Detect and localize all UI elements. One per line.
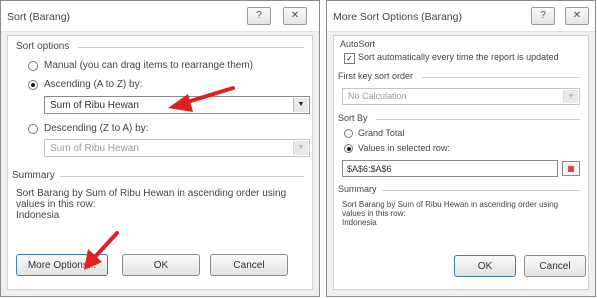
summary-label: Summary	[338, 184, 377, 194]
more-options-button[interactable]: More Options...	[16, 254, 108, 276]
range-select-icon[interactable]: ▦	[562, 161, 580, 176]
manual-radio[interactable]	[28, 61, 38, 71]
sort-by-label: Sort By	[338, 113, 368, 123]
sort-dialog: Sort (Barang) ? ✕ Sort options Manual (y…	[0, 0, 320, 297]
summary-line-1: Sort Barang by Sum of Ribu Hewan in asce…	[16, 188, 287, 199]
sort-dialog-titlebar: Sort (Barang) ? ✕	[1, 1, 319, 32]
close-button[interactable]: ✕	[565, 7, 589, 25]
more-sort-options-title: More Sort Options (Barang)	[333, 11, 462, 23]
sort-by-divider	[376, 119, 580, 120]
summary-line-2: values in this row:	[16, 199, 96, 210]
more-sort-options-body: AutoSort ✓ Sort automatically every time…	[333, 35, 589, 290]
ascending-radio-label[interactable]: Ascending (A to Z) by:	[44, 79, 142, 90]
ascending-radio[interactable]	[28, 80, 38, 90]
summary-divider	[60, 176, 304, 177]
summary-line-3: Indonesia	[342, 218, 377, 227]
grand-total-radio[interactable]	[344, 129, 353, 138]
sort-options-label: Sort options	[16, 41, 70, 52]
values-row-radio-label[interactable]: Values in selected row:	[358, 143, 450, 153]
more-sort-options-titlebar: More Sort Options (Barang) ? ✕	[327, 1, 595, 32]
first-key-label: First key sort order	[338, 71, 414, 81]
more-sort-options-dialog: More Sort Options (Barang) ? ✕ AutoSort …	[326, 0, 596, 297]
cancel-button[interactable]: Cancel	[210, 254, 288, 276]
autosort-checkbox[interactable]: ✓	[344, 53, 355, 64]
grand-total-radio-label[interactable]: Grand Total	[358, 128, 404, 138]
summary-line-2: values in this row:	[342, 209, 406, 218]
ok-button[interactable]: OK	[122, 254, 200, 276]
values-row-radio[interactable]	[344, 144, 353, 153]
autosort-label: AutoSort	[340, 39, 376, 49]
sort-options-divider	[78, 47, 304, 48]
sort-dialog-title: Sort (Barang)	[7, 11, 71, 23]
descending-radio[interactable]	[28, 124, 38, 134]
chevron-down-icon: ▼	[563, 90, 578, 103]
chevron-down-icon: ▼	[293, 141, 308, 155]
ascending-field-value: Sum of Ribu Hewan	[50, 100, 139, 111]
descending-field-value: Sum of Ribu Hewan	[50, 143, 139, 154]
help-button[interactable]: ?	[531, 7, 555, 25]
ascending-field-select[interactable]: Sum of Ribu Hewan ▼	[44, 96, 310, 114]
sort-dialog-body: Sort options Manual (you can drag items …	[7, 35, 313, 290]
first-key-value: No Calculation	[348, 91, 407, 101]
summary-divider	[382, 190, 580, 191]
summary-line-3: Indonesia	[16, 210, 60, 221]
manual-radio-label[interactable]: Manual (you can drag items to rearrange …	[44, 60, 253, 71]
summary-label: Summary	[12, 170, 55, 181]
descending-field-select: Sum of Ribu Hewan ▼	[44, 139, 310, 157]
autosort-checkbox-label[interactable]: Sort automatically every time the report…	[358, 52, 559, 62]
chevron-down-icon[interactable]: ▼	[293, 98, 308, 112]
close-button[interactable]: ✕	[283, 7, 307, 25]
first-key-select: No Calculation ▼	[342, 88, 580, 105]
ok-button[interactable]: OK	[454, 255, 516, 277]
summary-line-1: Sort Barang by Sum of Ribu Hewan in asce…	[342, 200, 559, 209]
help-button[interactable]: ?	[247, 7, 271, 25]
cancel-button[interactable]: Cancel	[524, 255, 586, 277]
first-key-divider	[422, 77, 580, 78]
row-reference-input[interactable]: $A$6:$A$6	[342, 160, 558, 177]
row-reference-value: $A$6:$A$6	[347, 164, 392, 174]
descending-radio-label[interactable]: Descending (Z to A) by:	[44, 123, 149, 134]
